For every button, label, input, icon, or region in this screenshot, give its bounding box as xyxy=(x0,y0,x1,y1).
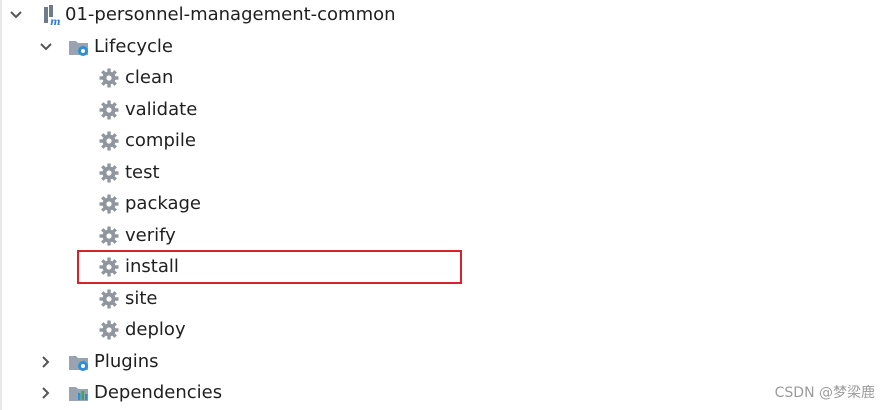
gear-icon xyxy=(98,288,120,310)
gear-icon xyxy=(98,130,120,152)
lifecycle-item-compile[interactable]: compile xyxy=(98,127,196,155)
maven-module-icon: m xyxy=(41,4,63,26)
lifecycle-item-label: clean xyxy=(125,67,174,88)
chevron-right-icon[interactable] xyxy=(38,385,54,401)
lifecycle-item-validate[interactable]: validate xyxy=(98,96,197,124)
root-label: 01-personnel-management-common xyxy=(65,4,396,25)
maven-tool-window: m 01-personnel-management-common Lifecyc… xyxy=(0,0,891,410)
svg-text:m: m xyxy=(50,17,61,26)
lifecycle-item-label: validate xyxy=(125,99,198,120)
watermark: CSDN @梦梁鹿 xyxy=(774,385,875,401)
dependencies-label: Dependencies xyxy=(94,382,223,403)
folder-gear-icon xyxy=(68,36,90,58)
lifecycle-item-clean[interactable]: clean xyxy=(98,64,173,92)
install-highlight-box xyxy=(77,250,462,284)
gear-icon xyxy=(98,319,120,341)
chevron-down-icon[interactable] xyxy=(38,39,54,55)
plugins-label: Plugins xyxy=(94,351,159,372)
lifecycle-item-verify[interactable]: verify xyxy=(98,222,176,250)
gear-icon xyxy=(98,162,120,184)
lifecycle-item-label: verify xyxy=(125,225,176,246)
lifecycle-item-deploy[interactable]: deploy xyxy=(98,316,186,344)
lifecycle-item-label: compile xyxy=(125,130,196,151)
lifecycle-item-label: test xyxy=(125,162,160,183)
lifecycle-item-package[interactable]: package xyxy=(98,190,201,218)
gear-icon xyxy=(98,67,120,89)
chevron-down-icon[interactable] xyxy=(8,7,24,23)
dependencies-icon xyxy=(68,382,90,404)
chevron-right-icon[interactable] xyxy=(38,354,54,370)
lifecycle-label: Lifecycle xyxy=(94,36,173,57)
gear-icon xyxy=(98,193,120,215)
lifecycle-item-label: package xyxy=(125,193,201,214)
gear-icon xyxy=(98,225,120,247)
lifecycle-item-site[interactable]: site xyxy=(98,285,158,313)
maven-tree: m 01-personnel-management-common Lifecyc… xyxy=(0,0,891,410)
folder-gear-icon xyxy=(68,351,90,373)
gear-icon xyxy=(98,99,120,121)
lifecycle-item-label: deploy xyxy=(125,319,186,340)
lifecycle-item-test[interactable]: test xyxy=(98,159,160,187)
lifecycle-item-label: site xyxy=(125,288,158,309)
